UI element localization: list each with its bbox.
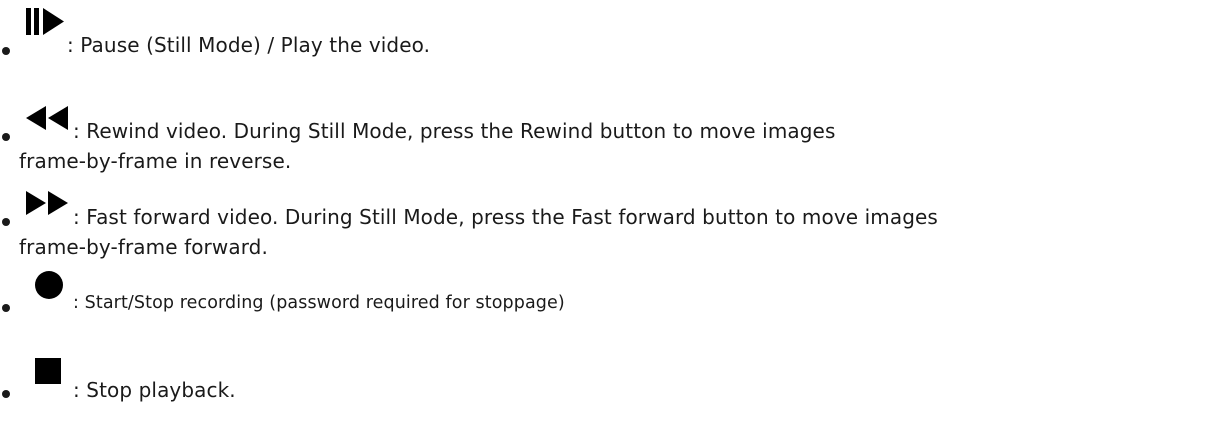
record-icon [34,270,64,300]
bullet [2,304,10,312]
item-text: : Rewind video. During Still Mode, press… [73,119,836,143]
item-text: : Fast forward video. During Still Mode,… [73,205,938,229]
bullet [2,47,10,55]
rewind-icon [25,105,69,131]
bullet [2,218,10,226]
control-description-list: : Pause (Still Mode) / Play the video. :… [0,0,1213,439]
item-text: : Start/Stop recording (password require… [73,293,565,313]
pause-play-icon [25,7,65,37]
fast-forward-icon [25,190,69,216]
bullet [2,390,10,398]
item-text: : Pause (Still Mode) / Play the video. [67,33,431,57]
item-text-continued: frame-by-frame forward. [19,235,268,259]
stop-icon [35,358,61,384]
item-text-continued: frame-by-frame in reverse. [19,149,292,173]
bullet [2,133,10,141]
item-text: : Stop playback. [73,378,236,402]
